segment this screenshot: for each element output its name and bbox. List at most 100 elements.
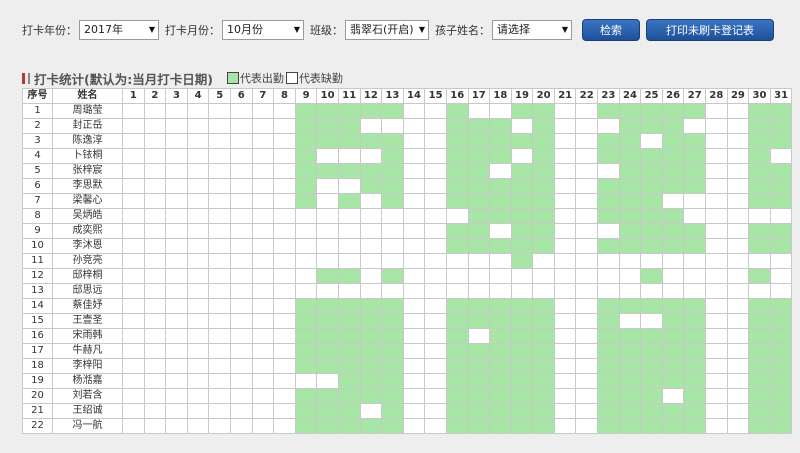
attendance-cell-present bbox=[445, 163, 469, 179]
attendance-cell-absent bbox=[122, 343, 145, 359]
class-select[interactable]: 翡翠石(开启) ▼ bbox=[345, 20, 429, 40]
child-select[interactable]: 请选择 ▼ bbox=[492, 20, 572, 40]
attendance-cell-absent bbox=[186, 283, 210, 299]
attendance-cell-present bbox=[597, 133, 620, 149]
attendance-cell-absent bbox=[575, 403, 599, 419]
attendance-cell-present bbox=[316, 403, 339, 419]
attendance-cell-absent bbox=[705, 253, 728, 269]
class-label: 班级： bbox=[310, 24, 343, 37]
year-label: 打卡年份： bbox=[22, 24, 77, 37]
attendance-cell-absent bbox=[186, 403, 210, 419]
attendance-cell-absent bbox=[424, 373, 447, 389]
attendance-cell-absent bbox=[186, 178, 210, 194]
col-header-day: 4 bbox=[186, 88, 210, 104]
attendance-cell-present bbox=[769, 103, 793, 119]
attendance-cell-absent bbox=[165, 193, 188, 209]
child-select-value: 请选择 bbox=[497, 23, 530, 36]
attendance-cell-absent bbox=[208, 148, 231, 164]
attendance-cell-present bbox=[510, 388, 534, 404]
attendance-cell-absent bbox=[229, 193, 253, 209]
year-select[interactable]: 2017年 ▼ bbox=[79, 20, 159, 40]
attendance-cell-absent bbox=[726, 118, 750, 134]
search-button[interactable]: 检索 bbox=[582, 19, 640, 41]
col-header-day: 18 bbox=[489, 88, 512, 104]
attendance-cell-absent bbox=[705, 133, 728, 149]
attendance-cell-absent bbox=[143, 343, 167, 359]
chevron-down-icon: ▼ bbox=[293, 25, 300, 34]
attendance-cell-present bbox=[640, 403, 663, 419]
attendance-cell-absent bbox=[165, 208, 188, 224]
attendance-cell-present bbox=[683, 358, 707, 374]
attendance-cell-absent bbox=[122, 313, 145, 329]
attendance-cell-present bbox=[661, 178, 685, 194]
attendance-cell-present bbox=[337, 343, 361, 359]
attendance-cell-absent bbox=[337, 283, 361, 299]
attendance-cell-present bbox=[618, 373, 642, 389]
attendance-cell-present bbox=[532, 238, 555, 254]
col-header-day: 29 bbox=[726, 88, 750, 104]
attendance-cell-absent bbox=[467, 268, 491, 284]
attendance-cell-absent bbox=[748, 208, 771, 224]
attendance-cell-absent bbox=[165, 283, 188, 299]
attendance-cell-absent bbox=[337, 253, 361, 269]
attendance-cell-absent bbox=[424, 268, 447, 284]
attendance-cell-absent bbox=[122, 193, 145, 209]
attendance-cell-absent bbox=[143, 298, 167, 314]
attendance-cell-present bbox=[618, 358, 642, 374]
print-unswiped-button[interactable]: 打印未刷卡登记表 bbox=[646, 19, 774, 41]
attendance-cell-absent bbox=[683, 193, 707, 209]
attendance-cell-absent bbox=[726, 388, 750, 404]
attendance-cell-absent bbox=[165, 358, 188, 374]
attendance-cell-absent bbox=[294, 283, 318, 299]
attendance-cell-present bbox=[359, 298, 383, 314]
attendance-cell-present bbox=[381, 313, 404, 329]
attendance-cell-present bbox=[294, 313, 318, 329]
attendance-cell-present bbox=[510, 343, 534, 359]
table-row: 18 李梓阳 bbox=[22, 358, 793, 374]
col-header-day: 21 bbox=[553, 88, 577, 104]
attendance-cell-absent bbox=[705, 403, 728, 419]
student-name: 周璐莹 bbox=[52, 103, 123, 119]
table-row: 3 陈逸淳 bbox=[22, 133, 793, 149]
attendance-cell-present bbox=[316, 418, 339, 434]
table-row: 15 王壹圣 bbox=[22, 313, 793, 329]
attendance-cell-absent bbox=[251, 178, 275, 194]
attendance-cell-absent bbox=[273, 283, 296, 299]
attendance-cell-present bbox=[640, 178, 663, 194]
student-name: 梁馨心 bbox=[52, 193, 123, 209]
attendance-cell-present bbox=[381, 343, 404, 359]
table-row: 4 卜铱桐 bbox=[22, 148, 793, 164]
attendance-cell-absent bbox=[553, 193, 577, 209]
attendance-cell-present bbox=[748, 328, 771, 344]
attendance-cell-absent bbox=[294, 223, 318, 239]
row-index: 10 bbox=[22, 238, 53, 254]
attendance-cell-absent bbox=[208, 373, 231, 389]
attendance-cell-present bbox=[467, 178, 491, 194]
attendance-cell-present bbox=[597, 403, 620, 419]
month-select[interactable]: 10月份 ▼ bbox=[222, 20, 304, 40]
attendance-cell-absent bbox=[683, 283, 707, 299]
attendance-cell-present bbox=[661, 118, 685, 134]
attendance-cell-absent bbox=[424, 148, 447, 164]
attendance-cell-absent bbox=[705, 343, 728, 359]
attendance-cell-absent bbox=[273, 403, 296, 419]
attendance-cell-present bbox=[337, 358, 361, 374]
attendance-cell-present bbox=[510, 298, 534, 314]
attendance-cell-absent bbox=[273, 178, 296, 194]
attendance-cell-present bbox=[769, 373, 793, 389]
student-name: 王绍诚 bbox=[52, 403, 123, 419]
attendance-cell-present bbox=[489, 118, 512, 134]
attendance-cell-absent bbox=[553, 103, 577, 119]
attendance-cell-present bbox=[294, 118, 318, 134]
attendance-cell-absent bbox=[229, 148, 253, 164]
col-header-day: 25 bbox=[640, 88, 663, 104]
attendance-cell-absent bbox=[424, 403, 447, 419]
attendance-cell-absent bbox=[122, 328, 145, 344]
attendance-cell-absent bbox=[726, 238, 750, 254]
attendance-cell-present bbox=[532, 373, 555, 389]
attendance-cell-present bbox=[337, 193, 361, 209]
attendance-cell-absent bbox=[575, 178, 599, 194]
attendance-cell-absent bbox=[467, 283, 491, 299]
attendance-cell-absent bbox=[402, 163, 426, 179]
row-index: 9 bbox=[22, 223, 53, 239]
